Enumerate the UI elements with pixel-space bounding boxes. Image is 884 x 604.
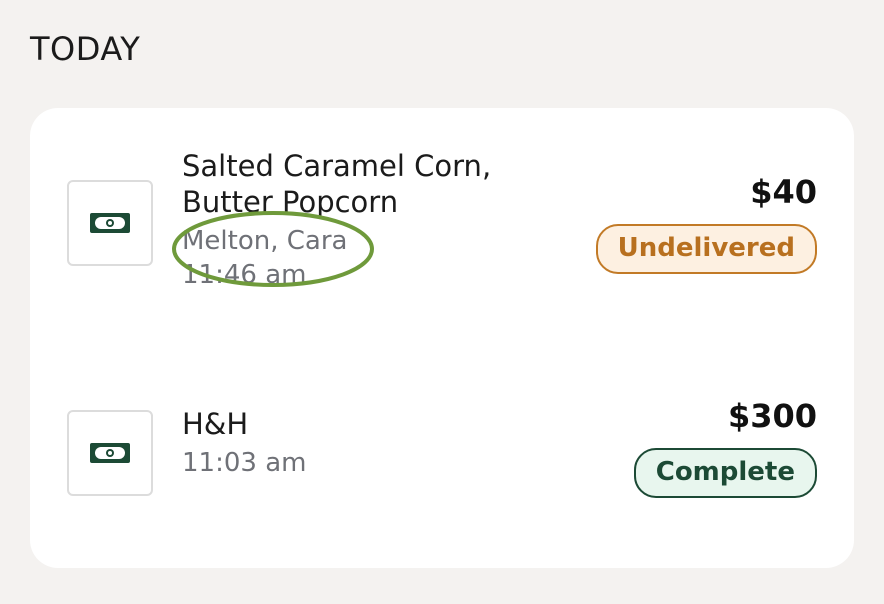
status-badge: Undelivered: [595, 224, 817, 274]
transaction-amount: $300: [727, 397, 817, 435]
cash-icon: [90, 443, 130, 463]
transaction-time: 11:03 am: [182, 448, 307, 478]
transaction-row[interactable]: Salted Caramel Corn, Butter Popcorn Melt…: [30, 148, 854, 308]
transaction-amount: $40: [750, 173, 817, 211]
transaction-title: Salted Caramel Corn, Butter Popcorn: [182, 149, 492, 219]
transaction-title: H&H: [182, 407, 249, 441]
transaction-time: 11:46 am: [182, 260, 307, 290]
transaction-details: Salted Caramel Corn, Butter Popcorn Melt…: [182, 148, 542, 292]
transactions-card: Salted Caramel Corn, Butter Popcorn Melt…: [30, 108, 854, 568]
status-badge: Complete: [633, 448, 817, 498]
transaction-summary: $300 Complete: [633, 396, 817, 498]
cash-icon-box: [67, 410, 153, 496]
cash-icon-box: [67, 180, 153, 266]
section-heading: TODAY: [30, 30, 141, 68]
customer-name: Melton, Cara: [182, 226, 348, 256]
transaction-details: H&H 11:03 am: [182, 406, 542, 480]
transaction-summary: $40 Undelivered: [595, 172, 817, 274]
transaction-row[interactable]: H&H 11:03 am $300 Complete: [30, 396, 854, 508]
cash-icon: [90, 213, 130, 233]
